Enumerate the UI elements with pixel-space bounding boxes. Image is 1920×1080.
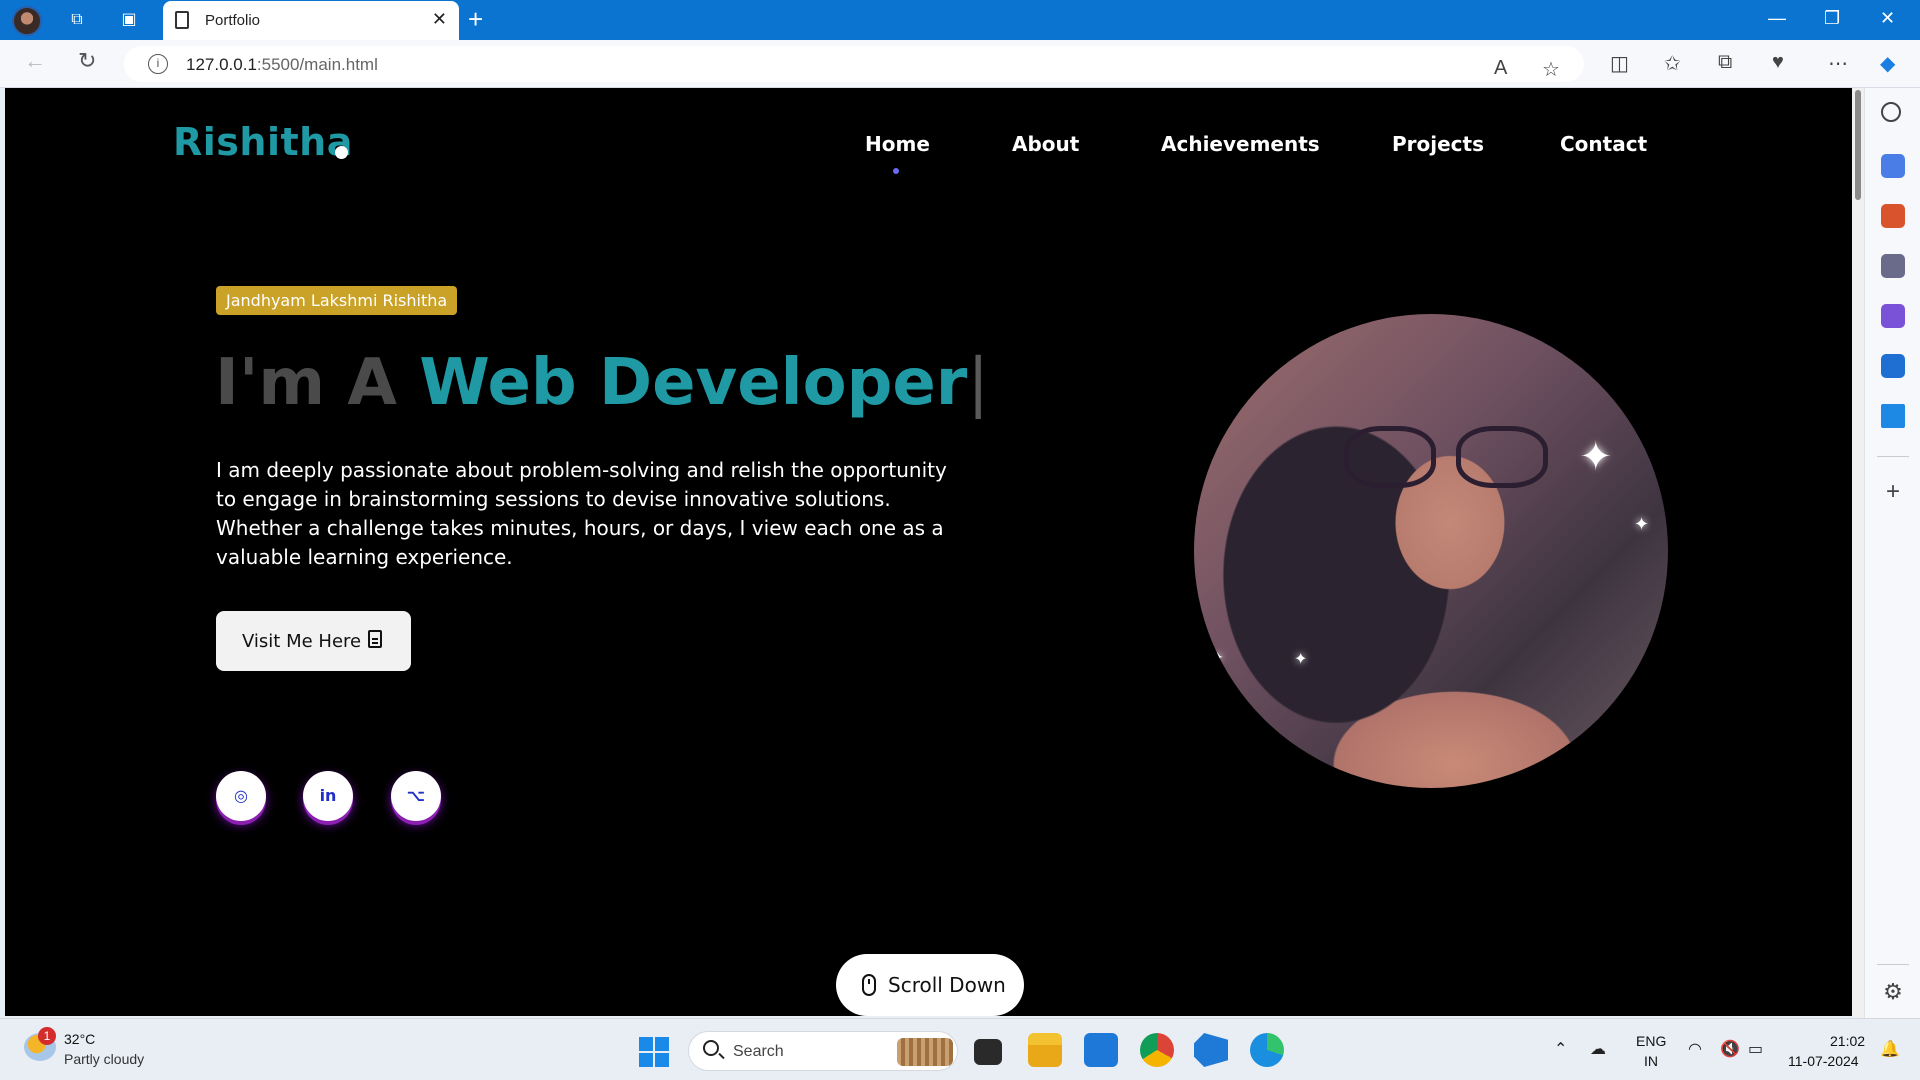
close-tab-icon[interactable]: ✕	[432, 9, 447, 30]
nav-projects[interactable]: Projects	[1392, 132, 1484, 156]
language-indicator[interactable]: ENG	[1636, 1033, 1666, 1049]
scroll-down-button[interactable]: Scroll Down	[836, 954, 1024, 1016]
nav-about[interactable]: About	[1012, 132, 1079, 156]
logo-dot	[335, 146, 348, 159]
visit-me-label: Visit Me Here	[242, 631, 362, 652]
photo-detail	[1456, 426, 1548, 488]
send-icon[interactable]	[1881, 404, 1905, 428]
workspaces-icon[interactable]: ⧉	[66, 9, 88, 31]
nav-achievements[interactable]: Achievements	[1161, 132, 1320, 156]
active-nav-indicator	[893, 168, 899, 174]
weather-badge: 1	[38, 1027, 56, 1045]
visit-me-button[interactable]: Visit Me Here	[216, 611, 411, 671]
onedrive-icon[interactable]: ☁	[1590, 1039, 1606, 1059]
name-badge: Jandhyam Lakshmi Rishitha	[216, 286, 458, 315]
headline-prefix: I'm A	[215, 346, 397, 420]
chevron-up-icon[interactable]: ⌃	[1554, 1039, 1567, 1059]
split-screen-icon[interactable]: ◫	[1610, 51, 1629, 76]
collections-icon[interactable]: ⧉	[1718, 51, 1732, 74]
site-info-icon[interactable]: i	[148, 54, 168, 74]
vscode-icon[interactable]	[1194, 1033, 1228, 1067]
linkedin-icon[interactable]: in	[303, 771, 353, 821]
headline-role: Web Developer	[419, 346, 968, 420]
games-icon[interactable]	[1881, 254, 1905, 278]
page-viewport: Rishitha Home About Achievements Project…	[5, 88, 1852, 1016]
task-view-icon[interactable]	[974, 1039, 1002, 1065]
mute-speaker-icon[interactable]: 🔇	[1720, 1039, 1740, 1059]
url-field[interactable]: i 127.0.0.1:5500/main.html A ☆	[124, 46, 1584, 82]
region-indicator[interactable]: IN	[1644, 1053, 1658, 1069]
scrollbar-thumb[interactable]	[1855, 90, 1861, 200]
close-window-button[interactable]: ✕	[1880, 8, 1895, 29]
nav-contact[interactable]: Contact	[1560, 132, 1647, 156]
chrome-icon[interactable]	[1140, 1033, 1174, 1067]
address-bar: ← ↻ i 127.0.0.1:5500/main.html A ☆ ◫ ✩ ⧉…	[0, 40, 1920, 88]
mail-icon[interactable]	[1084, 1033, 1118, 1067]
taskbar-search[interactable]: Search	[688, 1031, 958, 1071]
document-icon	[368, 630, 382, 648]
clock-date[interactable]: 11-07-2024	[1788, 1053, 1859, 1069]
edge-icon[interactable]	[1250, 1033, 1284, 1067]
sparkle-icon: ✦	[1294, 651, 1308, 668]
nav-home[interactable]: Home	[865, 132, 930, 156]
notifications-icon[interactable]: 🔔	[1880, 1039, 1900, 1059]
site-logo[interactable]: Rishitha	[173, 120, 353, 164]
sidebar-divider	[1877, 964, 1909, 965]
more-options-icon[interactable]: ⋯	[1828, 51, 1848, 76]
sparkle-icon: ✦	[1212, 649, 1224, 665]
favorite-star-icon[interactable]: ☆	[1542, 57, 1560, 82]
page-icon	[175, 11, 189, 29]
shopping-tag-icon[interactable]	[1881, 154, 1905, 178]
copilot-icon[interactable]: ◆	[1880, 51, 1895, 76]
tab-title: Portfolio	[205, 12, 261, 29]
new-tab-button[interactable]: +	[468, 4, 483, 35]
tab-portfolio[interactable]: Portfolio ✕	[163, 1, 459, 40]
wifi-icon[interactable]: ◠	[1688, 1039, 1702, 1059]
clock-time[interactable]: 21:02	[1830, 1033, 1865, 1049]
minimize-button[interactable]: —	[1768, 8, 1786, 29]
tab-actions-icon[interactable]: ▣	[118, 9, 140, 31]
hero-headline: I'm A Web Developer|	[215, 346, 989, 420]
add-icon[interactable]: +	[1881, 480, 1905, 504]
profile-photo: ✦ ✦ ✦ ✦	[1194, 314, 1668, 788]
sparkle-icon: ✦	[1634, 514, 1650, 534]
browser-essentials-icon[interactable]: ♥	[1772, 51, 1784, 74]
url-text: 127.0.0.1:5500/main.html	[186, 55, 378, 74]
instagram-icon[interactable]: ◎	[216, 771, 266, 821]
file-explorer-icon[interactable]	[1028, 1033, 1062, 1067]
favorites-icon[interactable]: ✩	[1664, 51, 1681, 76]
search-label: Search	[733, 1043, 784, 1060]
settings-gear-icon[interactable]: ⚙	[1881, 980, 1905, 1004]
browser-titlebar: ⧉ ▣ Portfolio ✕ + — ❐ ✕	[0, 0, 1920, 40]
sidebar-divider	[1877, 456, 1909, 457]
typing-cursor: |	[967, 346, 989, 420]
github-icon[interactable]: ⌥	[391, 771, 441, 821]
page-scrollbar[interactable]	[1852, 88, 1864, 1018]
back-arrow-icon[interactable]: ←	[24, 48, 46, 74]
restore-button[interactable]: ❐	[1824, 8, 1840, 29]
weather-temp[interactable]: 32°C	[64, 1031, 95, 1047]
tools-icon[interactable]	[1881, 204, 1905, 228]
microsoft365-icon[interactable]	[1881, 304, 1905, 328]
scroll-down-label: Scroll Down	[888, 973, 1006, 997]
windows-taskbar: 1 32°C Partly cloudy Search ⌃ ☁ ENG IN ◠…	[0, 1018, 1920, 1080]
profile-avatar[interactable]	[12, 6, 42, 36]
battery-icon[interactable]: ▭	[1748, 1039, 1763, 1059]
search-icon[interactable]	[1881, 102, 1901, 122]
edge-sidebar: + ⚙	[1864, 88, 1920, 1018]
photo-detail	[1344, 426, 1436, 488]
hero-bio: I am deeply passionate about problem-sol…	[216, 458, 947, 569]
sparkle-icon: ✦	[1579, 435, 1613, 479]
search-highlight-image	[897, 1038, 953, 1066]
outlook-icon[interactable]	[1881, 354, 1905, 378]
weather-desc[interactable]: Partly cloudy	[64, 1051, 144, 1067]
search-icon	[703, 1040, 719, 1056]
mouse-icon	[862, 974, 876, 996]
refresh-icon[interactable]: ↻	[78, 48, 96, 74]
read-aloud-icon[interactable]: A	[1494, 57, 1507, 80]
start-button-icon[interactable]	[639, 1037, 669, 1067]
